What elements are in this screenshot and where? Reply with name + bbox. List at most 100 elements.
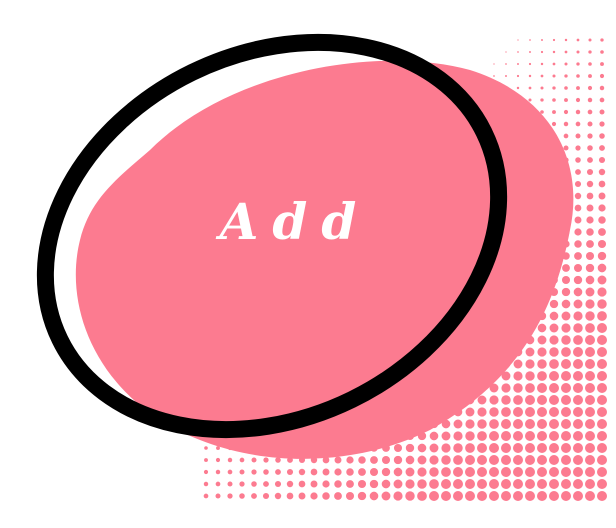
halftone-dot [598, 168, 606, 176]
halftone-dot [465, 407, 475, 417]
halftone-dot [441, 479, 451, 489]
halftone-dot [597, 467, 607, 477]
halftone-dot [489, 479, 499, 489]
halftone-dot [600, 38, 604, 42]
halftone-dot [477, 455, 487, 465]
halftone-dot [552, 62, 556, 66]
halftone-dot [537, 407, 547, 417]
halftone-dot [586, 168, 594, 176]
halftone-dot [501, 443, 511, 453]
halftone-dot [599, 109, 605, 115]
halftone-dot [529, 51, 531, 53]
halftone-dot [393, 479, 403, 489]
add-button-graphic [36, 33, 607, 501]
halftone-dot [505, 75, 507, 77]
halftone-dot [465, 491, 475, 501]
halftone-dot [549, 491, 559, 501]
halftone-dot [263, 469, 269, 475]
halftone-dot [346, 480, 354, 488]
halftone-dot [417, 491, 427, 501]
halftone-dot [574, 216, 582, 224]
halftone-dot [549, 359, 559, 369]
halftone-dot [381, 491, 391, 501]
halftone-dot [561, 467, 571, 477]
halftone-dot [561, 299, 571, 309]
halftone-dot [573, 263, 583, 273]
halftone-dot [574, 192, 582, 200]
halftone-dot [477, 431, 487, 441]
halftone-dot [540, 86, 544, 90]
halftone-dot [598, 192, 606, 200]
halftone-dot [358, 468, 366, 476]
halftone-dot [501, 407, 511, 417]
halftone-dot [588, 50, 592, 54]
halftone-dot [575, 109, 581, 115]
halftone-dot [549, 311, 559, 321]
halftone-dot [215, 481, 221, 487]
halftone-dot [573, 395, 583, 405]
halftone-dot [549, 383, 559, 393]
halftone-dot [561, 335, 571, 345]
halftone-dot [549, 467, 559, 477]
halftone-dot [573, 455, 583, 465]
halftone-dot [585, 275, 595, 285]
halftone-dot [310, 492, 318, 500]
halftone-dot [227, 457, 233, 463]
halftone-dot [549, 323, 559, 333]
halftone-dot [573, 431, 583, 441]
halftone-dot [573, 311, 583, 321]
halftone-dot [501, 419, 511, 429]
halftone-dot [564, 74, 568, 78]
halftone-dot [251, 457, 257, 463]
halftone-dot [585, 395, 595, 405]
halftone-dot [549, 335, 559, 345]
halftone-dot [453, 479, 463, 489]
halftone-dot [345, 491, 355, 501]
halftone-dot [564, 50, 568, 54]
halftone-dot [561, 443, 571, 453]
halftone-dot [573, 479, 583, 489]
halftone-dot [517, 39, 519, 41]
halftone-dot [576, 62, 580, 66]
halftone-dot [274, 492, 282, 500]
halftone-dot [286, 480, 294, 488]
halftone-dot [597, 287, 607, 297]
halftone-dot [598, 216, 606, 224]
halftone-dot [537, 347, 547, 357]
halftone-dot [564, 62, 568, 66]
halftone-dot [357, 491, 367, 501]
halftone-dot [587, 121, 593, 127]
halftone-dot [540, 98, 544, 102]
halftone-dot [573, 287, 583, 297]
halftone-dot [573, 347, 583, 357]
halftone-dot [513, 467, 523, 477]
halftone-dot [227, 469, 233, 475]
add-label[interactable]: Add [190, 192, 400, 251]
halftone-dot [576, 86, 580, 90]
halftone-dot [541, 39, 543, 41]
halftone-dot [429, 491, 439, 501]
halftone-dot [585, 371, 595, 381]
halftone-dot [263, 457, 269, 463]
halftone-dot [561, 479, 571, 489]
halftone-dot [574, 204, 582, 212]
halftone-dot [453, 491, 463, 501]
halftone-dot [465, 419, 475, 429]
halftone-dot [322, 480, 330, 488]
halftone-dot [263, 481, 269, 487]
halftone-dot [393, 455, 403, 465]
halftone-dot [575, 121, 581, 127]
halftone-dot [599, 97, 605, 103]
halftone-dot [561, 383, 571, 393]
halftone-dot [525, 443, 535, 453]
halftone-dot [573, 443, 583, 453]
halftone-dot [275, 469, 281, 475]
halftone-dot [370, 456, 378, 464]
halftone-dot [441, 431, 451, 441]
halftone-dot [346, 468, 354, 476]
halftone-dot [537, 359, 547, 369]
halftone-dot [525, 467, 535, 477]
halftone-dot [537, 479, 547, 489]
halftone-dot [429, 455, 439, 465]
halftone-dot [587, 85, 593, 91]
